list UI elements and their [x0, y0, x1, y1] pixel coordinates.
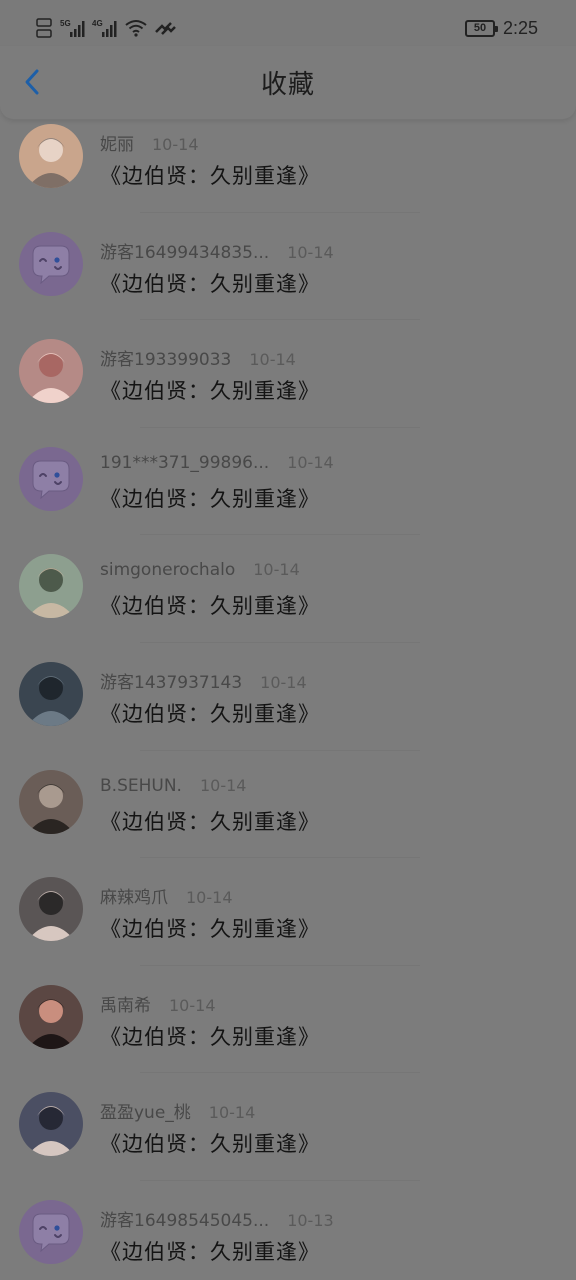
list-item[interactable]: 游客16498545045... 10-13 《边伯贤：久别重逢》: [0, 1196, 576, 1280]
user-name: 191***371_99896...: [100, 452, 270, 473]
list-item[interactable]: B.SEHUN. 10-14 《边伯贤：久别重逢》: [0, 766, 576, 874]
list-item[interactable]: 191***371_99896... 10-14 《边伯贤：久别重逢》: [0, 443, 576, 551]
user-name: 游客193399033: [100, 350, 232, 371]
item-title: 《边伯贤：久别重逢》: [100, 164, 320, 188]
avatar[interactable]: [19, 554, 83, 619]
list-item[interactable]: 游客1437937143 10-14 《边伯贤：久别重逢》: [0, 658, 576, 766]
chevron-left-icon: [22, 68, 42, 100]
avatar[interactable]: [19, 1200, 83, 1264]
item-title: 《边伯贤：久别重逢》: [100, 1024, 320, 1049]
data-saver-icon: [154, 18, 176, 38]
user-name: 游客16498545045...: [100, 1211, 270, 1231]
avatar[interactable]: [19, 231, 83, 296]
item-title: 《边伯贤：久别重逢》: [100, 917, 320, 942]
item-date: 10-14: [260, 673, 307, 692]
item-date: 10-14: [186, 888, 233, 908]
divider: [140, 964, 420, 966]
item-meta: 盈盈yue_桃 10-14: [100, 1098, 255, 1123]
divider: [140, 319, 420, 321]
item-meta: 禹南希 10-14: [100, 991, 216, 1016]
svg-text:5G: 5G: [60, 19, 71, 28]
status-right: 50 2:25: [464, 17, 538, 39]
item-meta: 游客16498545045... 10-13: [100, 1206, 334, 1231]
list-item[interactable]: 妮丽 10-14 《边伯贤：久别重逢》: [0, 120, 576, 228]
back-button[interactable]: [14, 66, 50, 102]
item-meta: simgonerochalo 10-14: [100, 560, 300, 580]
item-meta: 游客1437937143 10-14: [100, 668, 307, 693]
item-title: 《边伯贤：久别重逢》: [100, 1132, 320, 1157]
user-name: 游客16499434835...: [100, 242, 270, 263]
avatar[interactable]: [19, 339, 83, 404]
list-item[interactable]: 游客16499434835... 10-14 《边伯贤：久别重逢》: [0, 228, 576, 336]
divider: [140, 641, 420, 643]
list-item[interactable]: 游客193399033 10-14 《边伯贤：久别重逢》: [0, 335, 576, 443]
user-name: simgonerochalo: [100, 560, 236, 581]
status-left: 5G 4G: [36, 17, 176, 39]
user-name: 盈盈yue_桃: [100, 1103, 191, 1124]
user-name: 麻辣鸡爪: [100, 888, 168, 909]
clock-time: 2:25: [502, 17, 538, 38]
item-title: 《边伯贤：久别重逢》: [100, 486, 320, 511]
divider: [140, 211, 420, 213]
avatar[interactable]: [19, 446, 83, 511]
page-header: 收藏: [0, 46, 576, 120]
avatar[interactable]: [19, 1092, 83, 1157]
item-meta: 191***371_99896... 10-14: [100, 453, 334, 473]
page-title: 收藏: [260, 70, 315, 100]
list-item[interactable]: 盈盈yue_桃 10-14 《边伯贤：久别重逢》: [0, 1088, 576, 1196]
item-date: 10-14: [169, 995, 216, 1015]
item-title: 《边伯贤：久别重逢》: [100, 1240, 320, 1264]
avatar[interactable]: [19, 769, 83, 834]
item-date: 10-14: [208, 1103, 256, 1123]
item-date: 10-14: [249, 350, 296, 370]
wifi-icon: [124, 18, 148, 38]
item-date: 10-14: [199, 775, 247, 795]
item-meta: 麻辣鸡爪 10-14: [100, 883, 233, 908]
avatar[interactable]: [19, 662, 83, 726]
signal-5g-icon: 5G: [60, 18, 86, 38]
avatar[interactable]: [19, 124, 83, 188]
user-name: 妮丽: [100, 135, 134, 155]
list-item[interactable]: 麻辣鸡爪 10-14 《边伯贤：久别重逢》: [0, 873, 576, 981]
divider: [140, 426, 420, 428]
item-date: 10-14: [152, 135, 199, 154]
item-title: 《边伯贤：久别重逢》: [100, 702, 320, 726]
item-meta: 妮丽 10-14: [100, 130, 199, 155]
item-title: 《边伯贤：久别重逢》: [100, 809, 320, 834]
item-title: 《边伯贤：久别重逢》: [100, 379, 320, 404]
user-name: B.SEHUN.: [100, 775, 182, 796]
item-date: 10-13: [287, 1211, 334, 1230]
hd-icon: [36, 17, 54, 39]
item-meta: 游客16499434835... 10-14: [100, 238, 334, 263]
item-meta: B.SEHUN. 10-14: [100, 776, 246, 796]
divider: [140, 534, 420, 536]
signal-4g-icon: 4G: [92, 18, 118, 38]
divider: [140, 749, 420, 751]
item-date: 10-14: [287, 242, 334, 262]
item-date: 10-14: [253, 560, 300, 580]
avatar[interactable]: [19, 877, 83, 942]
svg-text:4G: 4G: [92, 19, 103, 28]
item-meta: 游客193399033 10-14: [100, 345, 296, 370]
avatar[interactable]: [19, 984, 83, 1049]
user-name: 禹南希: [100, 995, 151, 1016]
divider: [140, 1072, 420, 1074]
battery-level: 50: [473, 22, 487, 34]
user-name: 游客1437937143: [100, 673, 243, 693]
divider: [140, 857, 420, 859]
list-item[interactable]: 禹南希 10-14 《边伯贤：久别重逢》: [0, 981, 576, 1089]
battery-icon: 50: [464, 19, 498, 37]
item-title: 《边伯贤：久别重逢》: [100, 594, 320, 619]
divider: [140, 1179, 420, 1181]
list-item[interactable]: simgonerochalo 10-14 《边伯贤：久别重逢》: [0, 550, 576, 658]
item-title: 《边伯贤：久别重逢》: [100, 271, 320, 296]
item-date: 10-14: [287, 452, 334, 472]
